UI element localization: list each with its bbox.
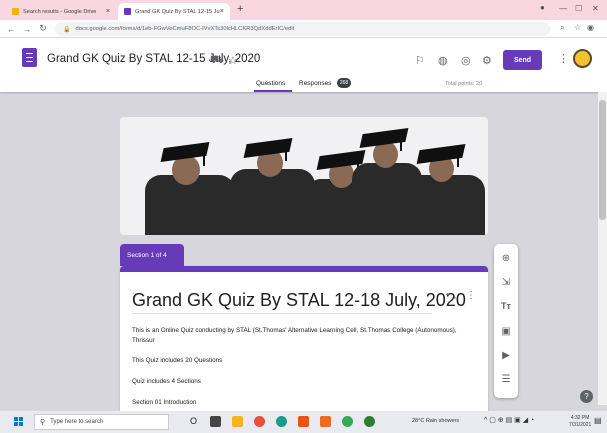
tab-title: Search results - Google Drive: [23, 8, 97, 15]
address-bar[interactable]: 🔒 docs.google.com/forms/d/1eb-FGwVeCmuF8…: [55, 22, 550, 36]
profile-dot-icon[interactable]: ●: [540, 3, 545, 12]
close-tab-icon[interactable]: ×: [220, 8, 224, 15]
description-line: This Quiz includes 20 Questions: [132, 357, 223, 364]
task-view-icon[interactable]: O: [190, 416, 201, 427]
close-window-icon[interactable]: ✕: [592, 4, 599, 13]
add-video-icon[interactable]: ▶: [494, 350, 518, 361]
zoom-icon[interactable]: ⌕: [560, 23, 564, 33]
move-to-folder-icon[interactable]: ⛟: [210, 54, 224, 68]
section-description[interactable]: This is an Online Quiz conducting by STA…: [132, 326, 462, 346]
close-tab-icon[interactable]: ×: [106, 8, 110, 15]
scrollbar-thumb[interactable]: [599, 100, 606, 220]
floating-toolbar: ⊕ ⇲ Tт ▣ ▶ ☰: [494, 244, 518, 398]
file-explorer-icon[interactable]: [232, 416, 243, 427]
tab-title: Grand GK Quiz By STAL 12-15 Ju: [135, 8, 220, 15]
add-title-icon[interactable]: Tт: [494, 301, 518, 311]
clock-time: 4:32 PM: [570, 415, 590, 421]
add-image-icon[interactable]: ▣: [494, 326, 518, 337]
settings-gear-icon[interactable]: ⚙: [482, 54, 492, 67]
minimize-icon[interactable]: —: [559, 4, 567, 13]
graduate-figure: [230, 117, 315, 235]
description-line: Quiz includes 4 Sections: [132, 378, 201, 385]
help-icon[interactable]: ?: [580, 390, 593, 403]
active-tab-indicator: [254, 90, 292, 92]
section-title[interactable]: Grand GK Quiz By STAL 12-18 July, 2020: [132, 290, 466, 311]
form-header: Grand GK Quiz By STAL 12-15 July, 2020 ⛟…: [0, 38, 607, 92]
notifications-icon[interactable]: ▤: [594, 416, 602, 425]
chrome-icon[interactable]: [364, 416, 375, 427]
taskbar-clock[interactable]: 4:32 PM 7/31/2021: [569, 415, 591, 429]
add-section-icon[interactable]: ☰: [494, 374, 518, 385]
section-label: Section 1 of 4: [120, 244, 184, 266]
browser-tab-strip: Search results - Google Drive × Grand GK…: [0, 0, 607, 20]
url-text: docs.google.com/forms/d/1eb-FGwVeCmuF8OC…: [75, 26, 295, 32]
taskbar-app-icon[interactable]: [210, 416, 221, 427]
browser-tab-drive[interactable]: Search results - Google Drive ×: [6, 3, 116, 20]
bookmark-star-icon[interactable]: ☆: [574, 23, 581, 32]
tab-responses[interactable]: Responses: [299, 80, 332, 87]
browser-tab-form[interactable]: Grand GK Quiz By STAL 12-15 Ju ×: [118, 3, 230, 20]
taskbar-app-icon[interactable]: [320, 416, 331, 427]
responses-count-badge: 268: [337, 78, 351, 88]
edge-icon[interactable]: [276, 416, 287, 427]
weather-widget[interactable]: 28°C Rain showers: [412, 418, 459, 424]
graduate-figure: [145, 117, 235, 235]
google-drive-icon: [12, 8, 19, 15]
title-underline: [132, 313, 432, 314]
send-button[interactable]: Send: [503, 50, 542, 70]
avatar[interactable]: [573, 49, 592, 68]
reload-icon[interactable]: ↻: [38, 23, 48, 34]
collapse-section-icon[interactable]: ⌃⌄: [444, 292, 457, 301]
tab-questions[interactable]: Questions: [256, 80, 285, 87]
google-forms-icon: [124, 8, 131, 15]
windows-start-icon[interactable]: [14, 417, 23, 426]
google-forms-logo-icon[interactable]: [22, 48, 37, 67]
more-options-icon[interactable]: ⋮: [558, 52, 569, 65]
header-image: [120, 117, 488, 235]
search-icon: ⚲: [40, 419, 46, 426]
forward-icon[interactable]: →: [22, 24, 32, 34]
new-tab-button[interactable]: +: [237, 3, 243, 15]
description-line: Section 01 Introduction: [132, 399, 197, 406]
taskbar-app-icon[interactable]: [298, 416, 309, 427]
search-placeholder: Type here to search: [50, 419, 104, 425]
total-points: Total points: 20: [445, 81, 482, 87]
graduate-figure: [405, 117, 485, 235]
form-tabs: Questions Responses 268 Total points: 20: [0, 78, 607, 92]
clock-date: 7/31/2021: [569, 422, 592, 428]
palette-icon[interactable]: ◍: [438, 54, 448, 67]
preview-eye-icon[interactable]: ◎: [461, 54, 471, 67]
section-header-card[interactable]: Grand GK Quiz By STAL 12-18 July, 2020 ⌃…: [120, 266, 488, 413]
add-question-icon[interactable]: ⊕: [494, 253, 518, 264]
chrome-icon[interactable]: [342, 416, 353, 427]
taskbar-app-icon[interactable]: [254, 416, 265, 427]
profile-avatar-icon[interactable]: ◉: [587, 23, 594, 32]
windows-taskbar: ⚲ Type here to search O 28°C Rain shower…: [0, 411, 607, 433]
maximize-icon[interactable]: ☐: [575, 4, 582, 13]
section-more-icon[interactable]: ⋮: [466, 290, 476, 301]
import-questions-icon[interactable]: ⇲: [494, 277, 518, 288]
taskbar-search-input[interactable]: ⚲ Type here to search: [34, 414, 169, 430]
addons-icon[interactable]: ⚐: [415, 54, 425, 67]
lock-icon: 🔒: [63, 26, 71, 33]
browser-toolbar: ← → ↻ 🔒 docs.google.com/forms/d/1eb-FGwV…: [0, 20, 607, 38]
back-icon[interactable]: ←: [6, 24, 16, 34]
system-tray-icons[interactable]: ^ ▢ ⊕ ▤ ▣ ◢ ◔: [484, 416, 534, 424]
star-icon[interactable]: ☆: [228, 54, 238, 67]
